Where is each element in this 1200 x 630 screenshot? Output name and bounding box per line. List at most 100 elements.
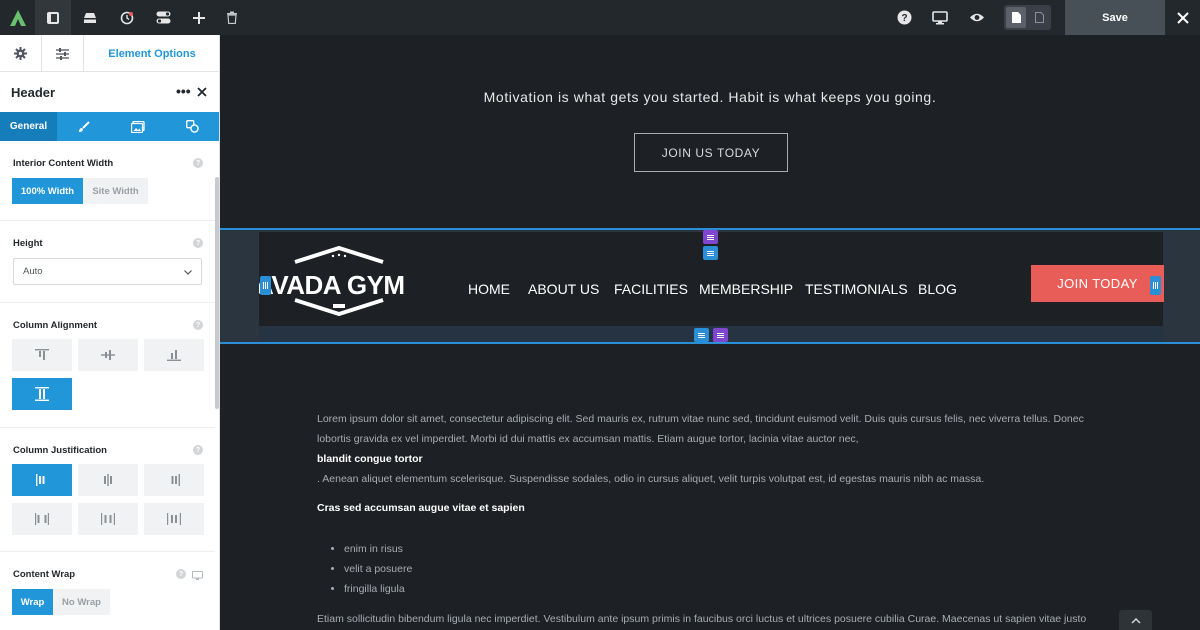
help-icon[interactable]: ? (886, 0, 922, 35)
justify-space-evenly-button[interactable] (144, 503, 204, 535)
space-evenly-icon (167, 513, 181, 525)
space-between-icon (35, 513, 49, 525)
header-container-selected[interactable]: AVADA GYM HOME ABOUT US FACILITIES MEMBE… (220, 228, 1200, 344)
paragraph-3: Etiam sollicitudin bibendum ligula nec i… (317, 613, 1087, 625)
sliders-icon[interactable] (42, 35, 84, 72)
paragraph-1-cont: lobortis gravida ex vel imperdiet. Morbi… (317, 433, 859, 445)
element-title: Header (11, 85, 56, 100)
justify-space-around-button[interactable] (78, 503, 138, 535)
page-view-toggle[interactable] (1004, 5, 1051, 30)
nav-testimonials[interactable]: TESTIMONIALS (805, 281, 908, 297)
divider (0, 220, 215, 221)
toggles-icon[interactable] (145, 0, 181, 35)
tab-element-options[interactable]: Element Options (84, 35, 219, 72)
nav-home[interactable]: HOME (468, 281, 510, 297)
page-icon[interactable] (1006, 7, 1026, 28)
sidebar-toggle-icon[interactable] (35, 0, 71, 35)
align-stretch-icon (35, 387, 49, 401)
history-icon[interactable] (109, 0, 145, 35)
align-middle-icon (101, 350, 115, 360)
background-image-icon[interactable] (111, 112, 165, 141)
align-bottom-button[interactable] (144, 339, 204, 371)
space-around-icon (101, 513, 115, 525)
height-select[interactable]: Auto (13, 258, 202, 285)
extras-shapes-icon[interactable] (165, 112, 219, 141)
height-value: Auto (23, 266, 43, 277)
divider (0, 302, 215, 303)
trash-icon[interactable] (214, 0, 250, 35)
logo-text: AVADA GYM (259, 270, 405, 296)
nav-membership[interactable]: MEMBERSHIP (699, 281, 793, 297)
content-list: enim in risus velit a posuere fringilla … (344, 539, 412, 599)
paragraph-1: Lorem ipsum dolor sit amet, consectetur … (317, 413, 1084, 425)
column-alignment-label: Column Alignment (13, 320, 98, 331)
library-icon[interactable] (72, 0, 108, 35)
more-options-icon[interactable]: ••• (176, 83, 191, 99)
column-drag-handle[interactable] (694, 328, 709, 342)
divider (0, 427, 215, 428)
justify-start-button[interactable] (12, 464, 72, 496)
align-bottom-icon (167, 350, 181, 361)
wrap-button[interactable]: Wrap (12, 589, 53, 615)
option-subtabs: General (0, 112, 219, 141)
site-width-button[interactable]: Site Width (83, 178, 148, 204)
column-resize-handle-left[interactable] (260, 276, 271, 295)
help-icon[interactable]: ? (193, 445, 203, 455)
svg-text:?: ? (901, 13, 907, 24)
join-us-today-button[interactable]: JOIN US TODAY (634, 133, 788, 172)
divider (0, 551, 215, 552)
align-stretch-button[interactable] (12, 378, 72, 410)
list-item: fringilla ligula (344, 579, 412, 599)
panel-tabs: Element Options (0, 35, 219, 72)
desktop-icon[interactable] (922, 0, 958, 35)
save-button[interactable]: Save (1065, 0, 1165, 35)
help-icon[interactable]: ? (193, 238, 203, 248)
height-label: Height (13, 238, 43, 249)
container-bottom-handle[interactable] (713, 328, 728, 342)
hero-title-cropped (370, 35, 1050, 67)
nav-facilities[interactable]: FACILITIES (614, 281, 688, 297)
close-panel-icon[interactable] (197, 84, 207, 102)
justify-space-between-button[interactable] (12, 503, 72, 535)
list-item: velit a posuere (344, 559, 412, 579)
scroll-to-top-button[interactable] (1119, 610, 1152, 630)
justify-center-button[interactable] (78, 464, 138, 496)
interior-width-label: Interior Content Width (13, 158, 114, 169)
justify-end-button[interactable] (144, 464, 204, 496)
top-toolbar: ? Save (0, 0, 1200, 35)
align-top-button[interactable] (12, 339, 72, 371)
panel-scrollbar[interactable] (215, 177, 219, 409)
row-drag-handle[interactable] (703, 246, 718, 260)
join-today-button[interactable]: JOIN TODAY (1031, 265, 1164, 302)
logo-text-wrap: AVADA GYM (259, 270, 411, 296)
preview-icon[interactable] (959, 0, 995, 35)
align-top-icon (35, 349, 49, 360)
paragraph-2: . Aenean aliquet elementum scelerisque. … (317, 473, 985, 485)
page-outline-icon[interactable] (1029, 7, 1049, 28)
full-width-button[interactable]: 100% Width (12, 178, 83, 204)
help-icon[interactable]: ? (193, 158, 203, 168)
close-builder-icon[interactable] (1165, 0, 1200, 35)
column-resize-handle-right[interactable] (1150, 276, 1161, 295)
justify-start-icon (36, 474, 45, 486)
container-drag-handle[interactable] (703, 230, 718, 244)
settings-gear-icon[interactable] (0, 35, 42, 72)
design-brush-icon[interactable] (57, 112, 111, 141)
content-wrap-label: Content Wrap (13, 569, 76, 580)
nav-about-us[interactable]: ABOUT US (528, 281, 599, 297)
add-icon[interactable] (181, 0, 217, 35)
align-center-button[interactable] (78, 339, 138, 371)
responsive-desktop-icon[interactable] (192, 568, 203, 586)
hero-title-remnant (370, 35, 1050, 52)
help-icon[interactable]: ? (176, 569, 186, 579)
no-wrap-button[interactable]: No Wrap (53, 589, 110, 615)
list-item: enim in risus (344, 539, 412, 559)
column-justification-label: Column Justification (13, 445, 107, 456)
nav-blog[interactable]: BLOG (918, 281, 957, 297)
avada-logo-icon[interactable] (0, 0, 35, 35)
hero-subtitle: Motivation is what gets you started. Hab… (483, 89, 937, 105)
page-canvas: Motivation is what gets you started. Hab… (220, 35, 1200, 630)
tab-general[interactable]: General (0, 112, 57, 141)
help-icon[interactable]: ? (193, 320, 203, 330)
element-header: Header ••• (0, 72, 219, 112)
